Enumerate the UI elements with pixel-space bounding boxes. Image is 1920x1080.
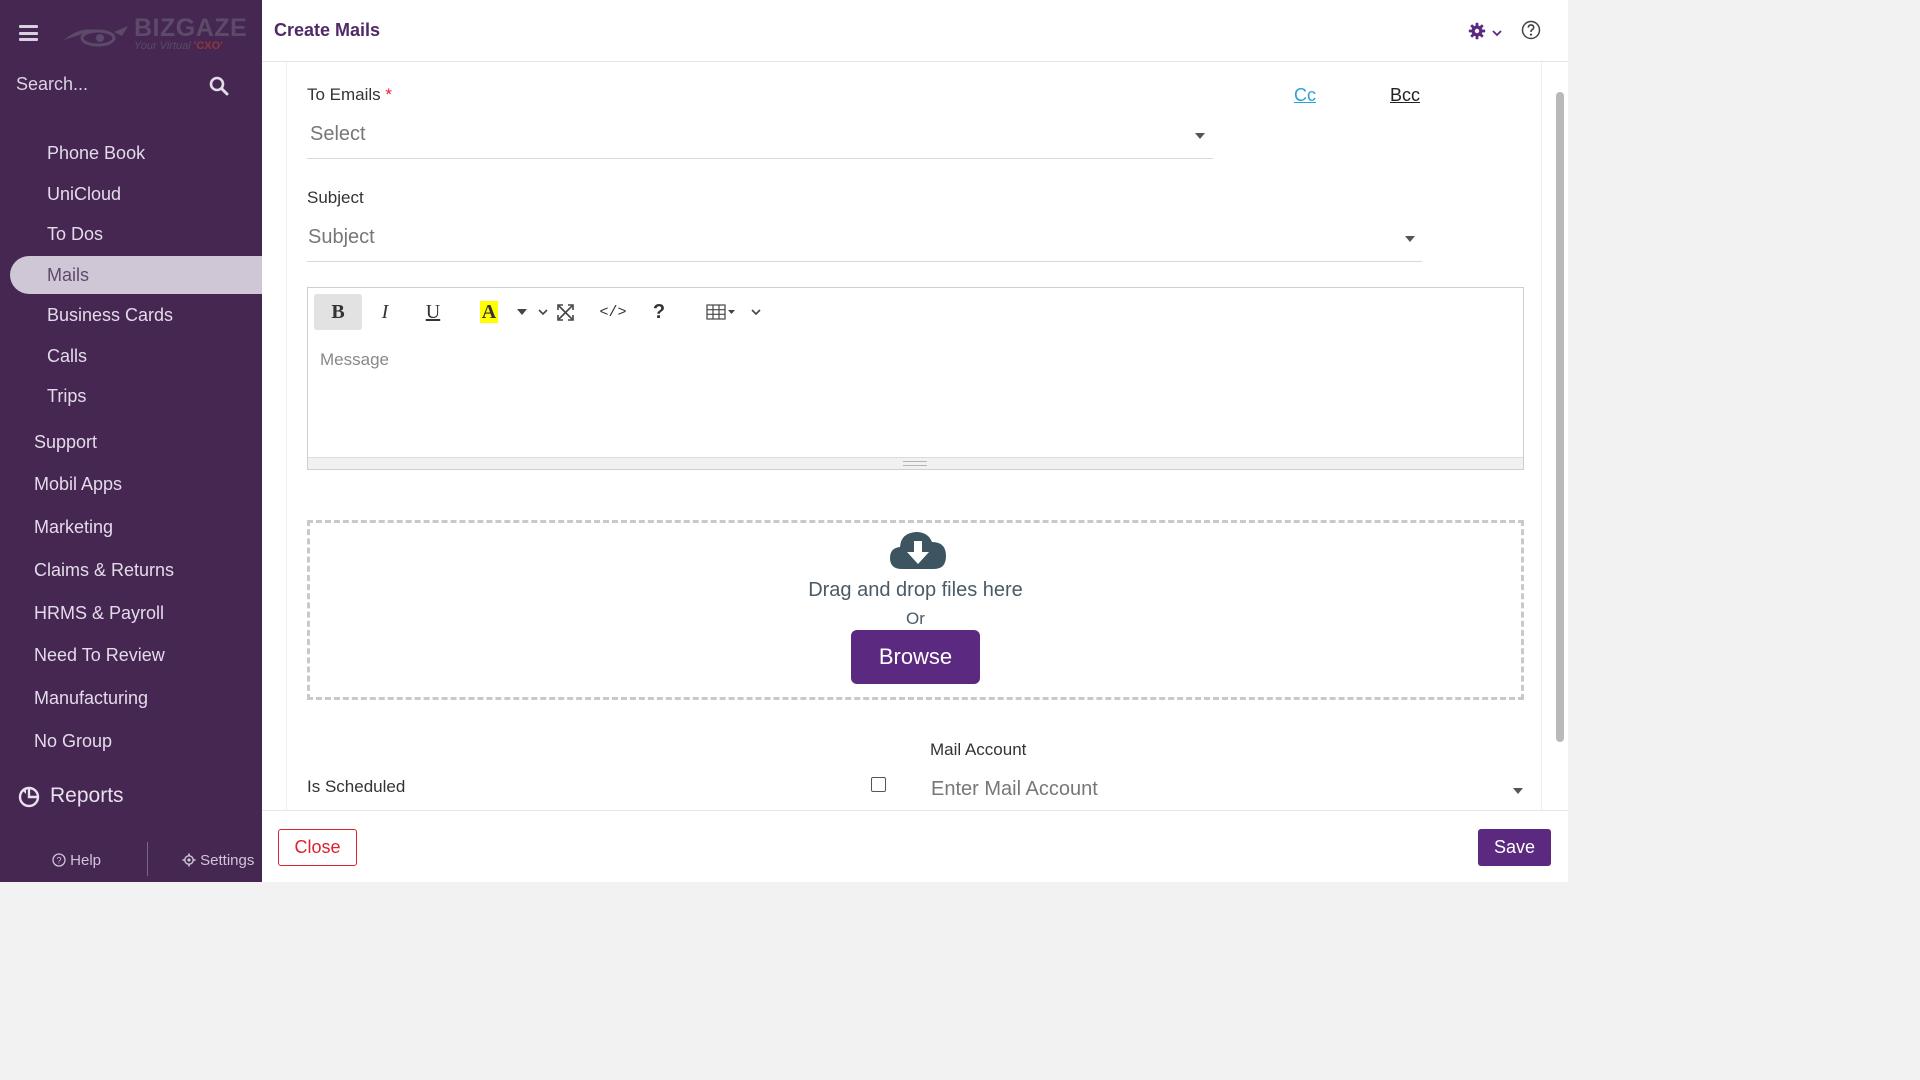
is-scheduled-label: Is Scheduled	[307, 777, 406, 796]
sidebar-item-unicloud[interactable]: UniCloud	[47, 184, 121, 205]
editor-resize-bar[interactable]	[308, 457, 1523, 469]
settings-label: Settings	[200, 852, 255, 869]
create-mail-form: To Emails * Select Cc Bcc Subject Subjec…	[286, 62, 1542, 810]
browse-button[interactable]: Browse	[851, 630, 980, 684]
sidebar-item-trips[interactable]: Trips	[47, 386, 86, 407]
caret-down-icon	[1513, 788, 1523, 794]
page-title: Create Mails	[274, 20, 381, 40]
mail-account-label: Mail Account	[930, 740, 1027, 759]
help-circle-icon[interactable]	[1521, 20, 1541, 40]
settings-link[interactable]: Settings	[182, 852, 254, 869]
sidebar-item-to-dos[interactable]: To Dos	[47, 224, 103, 245]
reports-icon	[18, 786, 40, 808]
message-placeholder: Message	[320, 350, 389, 369]
caret-down-icon	[1195, 133, 1205, 139]
required-mark: *	[385, 85, 393, 104]
chevron-down-icon	[1492, 30, 1502, 37]
cloud-download-icon	[890, 532, 946, 569]
to-emails-label: To Emails *	[307, 85, 393, 104]
sidebar-group-hrms-payroll[interactable]: HRMS & Payroll	[34, 603, 164, 624]
is-scheduled-checkbox[interactable]	[871, 777, 886, 792]
sidebar-group-support[interactable]: Support	[34, 432, 97, 453]
help-button[interactable]: ?	[642, 294, 676, 330]
main-panel: Create Mails To Emails * Select Cc Bcc S…	[262, 0, 1568, 882]
table-button[interactable]	[700, 294, 742, 330]
sidebar-scroll-fade	[10, 106, 262, 120]
help-link[interactable]: ? Help	[52, 852, 101, 869]
sidebar: BIZGAZE Your Virtual 'CXO' Search... Pho…	[0, 0, 262, 882]
form-footer: Close Save	[262, 810, 1568, 882]
table-options-dropdown[interactable]	[748, 294, 764, 330]
to-emails-placeholder: Select	[310, 123, 366, 145]
mail-account-placeholder: Enter Mail Account	[931, 778, 1098, 800]
sidebar-group-marketing[interactable]: Marketing	[34, 517, 113, 538]
fullscreen-button[interactable]	[552, 294, 578, 330]
to-emails-select[interactable]: Select	[307, 115, 1213, 159]
italic-button[interactable]: I	[368, 294, 402, 330]
sidebar-group-mobil-apps[interactable]: Mobil Apps	[34, 474, 122, 495]
logo-eye-icon	[64, 26, 128, 47]
page-header: Create Mails	[262, 0, 1568, 62]
chevron-down-icon	[751, 308, 761, 315]
caret-down-icon	[1405, 236, 1415, 242]
help-label: Help	[70, 852, 102, 869]
menu-icon[interactable]	[19, 25, 38, 41]
save-button[interactable]: Save	[1478, 829, 1551, 866]
editor-toolbar: B I U A </> ?	[308, 288, 1523, 338]
sidebar-footer: ? Help Settings	[0, 842, 262, 878]
chevron-down-icon	[538, 308, 548, 315]
sidebar-item-calls[interactable]: Calls	[47, 346, 87, 367]
sidebar-group-no-group[interactable]: No Group	[34, 731, 112, 752]
form-settings-dropdown[interactable]	[1468, 22, 1504, 40]
bcc-link[interactable]: Bcc	[1390, 85, 1420, 106]
highlight-color-dropdown[interactable]	[514, 294, 530, 330]
caret-down-icon	[517, 309, 527, 315]
sidebar-item-mails[interactable]: Mails	[47, 265, 89, 286]
bold-button[interactable]: B	[314, 294, 362, 330]
sidebar-reports-label: Reports	[50, 784, 124, 807]
gear-icon	[1468, 22, 1486, 40]
sidebar-group-claims-returns[interactable]: Claims & Returns	[34, 560, 174, 581]
highlight-a-icon: A	[479, 301, 499, 323]
code-view-button[interactable]: </>	[596, 294, 630, 330]
search-icon[interactable]	[209, 76, 229, 96]
message-editor[interactable]: B I U A </> ? Message	[307, 287, 1524, 470]
app-logo[interactable]: BIZGAZE Your Virtual 'CXO'	[62, 12, 247, 56]
sidebar-item-business-cards[interactable]: Business Cards	[47, 305, 173, 326]
highlight-color-button[interactable]: A	[472, 294, 506, 330]
table-icon	[706, 304, 735, 320]
logo-text: BIZGAZE	[134, 14, 248, 42]
sidebar-footer-divider	[147, 842, 148, 876]
sidebar-item-phone-book[interactable]: Phone Book	[47, 143, 145, 164]
expand-icon	[556, 303, 574, 321]
sidebar-group-manufacturing[interactable]: Manufacturing	[34, 688, 148, 709]
more-dropdown[interactable]	[536, 294, 550, 330]
svg-text:?: ?	[56, 856, 61, 866]
logo-tagline: Your Virtual 'CXO'	[134, 40, 223, 52]
resize-grip-icon	[903, 461, 927, 466]
sidebar-header: BIZGAZE Your Virtual 'CXO'	[0, 0, 262, 64]
settings-gear-icon	[182, 853, 196, 867]
dropzone-or: Or	[906, 609, 925, 628]
sidebar-search[interactable]: Search...	[0, 66, 262, 106]
subject-placeholder: Subject	[308, 226, 375, 248]
subject-input[interactable]: Subject	[307, 218, 1422, 262]
sidebar-group-need-to-review[interactable]: Need To Review	[34, 645, 165, 666]
subject-label: Subject	[307, 188, 364, 207]
underline-button[interactable]: U	[416, 294, 450, 330]
dropzone-instructions: Drag and drop files here	[808, 579, 1023, 601]
cc-link[interactable]: Cc	[1294, 85, 1316, 106]
close-button[interactable]: Close	[278, 829, 357, 866]
sidebar-search-input[interactable]: Search...	[16, 74, 88, 95]
help-icon: ?	[52, 853, 66, 867]
vertical-scrollbar[interactable]	[1556, 92, 1564, 742]
file-dropzone[interactable]: Drag and drop files here Or Browse	[307, 520, 1524, 700]
mail-account-select[interactable]: Enter Mail Account	[930, 770, 1530, 810]
